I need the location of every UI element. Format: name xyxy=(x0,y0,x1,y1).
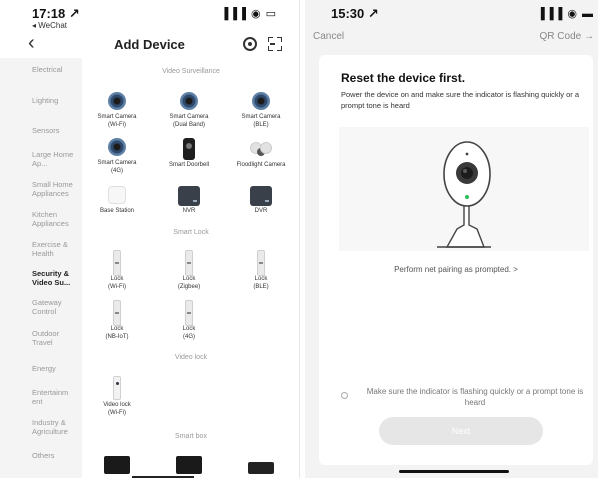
camera-icon xyxy=(108,92,126,110)
camera-icon xyxy=(108,138,126,156)
sidebar-item-gateway-control[interactable]: Gateway Control xyxy=(32,298,80,316)
sidebar-item-outdoor-travel[interactable]: Outdoor Travel xyxy=(32,329,80,347)
sidebar-item-industry-agriculture[interactable]: Industry & Agriculture xyxy=(32,418,80,436)
device-label: Smart Camera (4G) xyxy=(97,160,137,174)
status-indicators: ▐▐▐ ◉ ▭ xyxy=(220,8,277,20)
sidebar-item-energy[interactable]: Energy xyxy=(32,364,80,373)
smart-box-icon xyxy=(248,462,274,474)
device-label: Smart Camera (BLE) xyxy=(241,114,281,128)
cancel-button[interactable]: Cancel xyxy=(313,31,344,42)
video-lock-icon xyxy=(113,376,121,400)
reset-instructions-card: Reset the device first. Power the device… xyxy=(319,55,593,465)
section-title-smart-box: Smart box xyxy=(175,433,207,440)
device-grid: Video Surveillance Smart Camera (Wi-Fi) … xyxy=(82,58,299,478)
qr-code-button[interactable]: QR Code → xyxy=(540,31,594,42)
device-label: Lock (4G) xyxy=(182,326,196,340)
confirm-checkbox[interactable] xyxy=(341,392,348,399)
lock-icon xyxy=(257,250,265,276)
section-title-video-surveillance: Video Surveillance xyxy=(162,68,220,75)
sidebar-item-exercise-health[interactable]: Exercise & Health xyxy=(32,240,80,258)
add-device-screen: 17:18 ↗ ◂ WeChat ▐▐▐ ◉ ▭ ‹ Add Device El… xyxy=(0,0,300,478)
sidebar-item-large-home-appliances[interactable]: Large Home Ap... xyxy=(32,150,80,168)
sidebar-item-small-home-appliances[interactable]: Small Home Appliances xyxy=(32,180,80,198)
lock-icon xyxy=(113,300,121,326)
category-sidebar: Electrical Lighting Sensors Large Home A… xyxy=(0,58,82,478)
sidebar-item-security-video[interactable]: Security & Video Su... xyxy=(32,269,80,287)
back-to-wechat-link[interactable]: ◂ WeChat xyxy=(32,21,67,30)
dvr-icon xyxy=(250,186,272,206)
device-label: Lock (Zigbee) xyxy=(177,276,201,290)
home-indicator xyxy=(399,470,509,473)
sidebar-item-entertainment[interactable]: Entertainm ent xyxy=(32,388,80,406)
lock-icon xyxy=(113,250,121,276)
device-label: Smart Camera (Dual Band) xyxy=(169,114,209,128)
nav-bar: ‹ Add Device xyxy=(0,30,299,58)
device-label: Lock (Wi-Fi) xyxy=(108,276,126,290)
device-label: Video lock (Wi-Fi) xyxy=(103,402,131,416)
status-bar: 17:18 ↗ ◂ WeChat ▐▐▐ ◉ ▭ xyxy=(0,0,299,32)
lock-icon xyxy=(185,250,193,276)
lock-icon xyxy=(185,300,193,326)
card-heading: Reset the device first. xyxy=(341,71,466,85)
device-label: Smart Doorbell xyxy=(168,162,209,168)
device-scan-icon[interactable] xyxy=(243,37,257,51)
smart-box-icon xyxy=(104,456,130,474)
section-title-smart-lock: Smart Lock xyxy=(173,229,209,236)
sidebar-item-electrical[interactable]: Electrical xyxy=(32,65,80,74)
status-time: 15:30 ↗ xyxy=(331,6,379,21)
smart-box-icon xyxy=(176,456,202,474)
sidebar-item-sensors[interactable]: Sensors xyxy=(32,126,80,135)
section-title-video-lock: Video lock xyxy=(174,354,208,361)
device-label: NVR xyxy=(182,208,196,214)
qr-scan-icon[interactable] xyxy=(268,37,282,51)
camera-icon xyxy=(180,92,198,110)
camera-icon xyxy=(252,92,270,110)
device-label: Floodlight Camera xyxy=(236,162,286,168)
device-label: Base Station xyxy=(99,208,135,214)
next-button[interactable]: Next xyxy=(379,417,543,445)
card-description: Power the device on and make sure the in… xyxy=(341,90,580,110)
confirm-label[interactable]: Make sure the indicator is flashing quic… xyxy=(357,386,593,408)
nvr-icon xyxy=(178,186,200,206)
status-indicators: ▐▐▐ ◉ ▬ xyxy=(536,8,594,20)
device-label: Smart Camera (Wi-Fi) xyxy=(97,114,137,128)
doorbell-icon xyxy=(183,138,195,160)
reset-device-screen: 15:30 ↗ ▐▐▐ ◉ ▬ Cancel QR Code → Reset t… xyxy=(305,0,598,478)
sidebar-item-others[interactable]: Others xyxy=(32,451,80,460)
floodlight-icon xyxy=(248,140,274,158)
camera-device-icon xyxy=(339,127,589,251)
device-label: DVR xyxy=(254,208,268,214)
camera-illustration xyxy=(339,127,589,251)
net-pairing-link[interactable]: Perform net pairing as prompted. > xyxy=(319,265,593,274)
base-station-icon xyxy=(108,186,126,204)
sidebar-item-kitchen-appliances[interactable]: Kitchen Appliances xyxy=(32,210,80,228)
status-time: 17:18 ↗ xyxy=(32,6,80,21)
device-label: Lock (NB-IoT) xyxy=(105,326,129,340)
device-label: Lock (BLE) xyxy=(253,276,269,290)
sidebar-item-lighting[interactable]: Lighting xyxy=(32,96,80,105)
